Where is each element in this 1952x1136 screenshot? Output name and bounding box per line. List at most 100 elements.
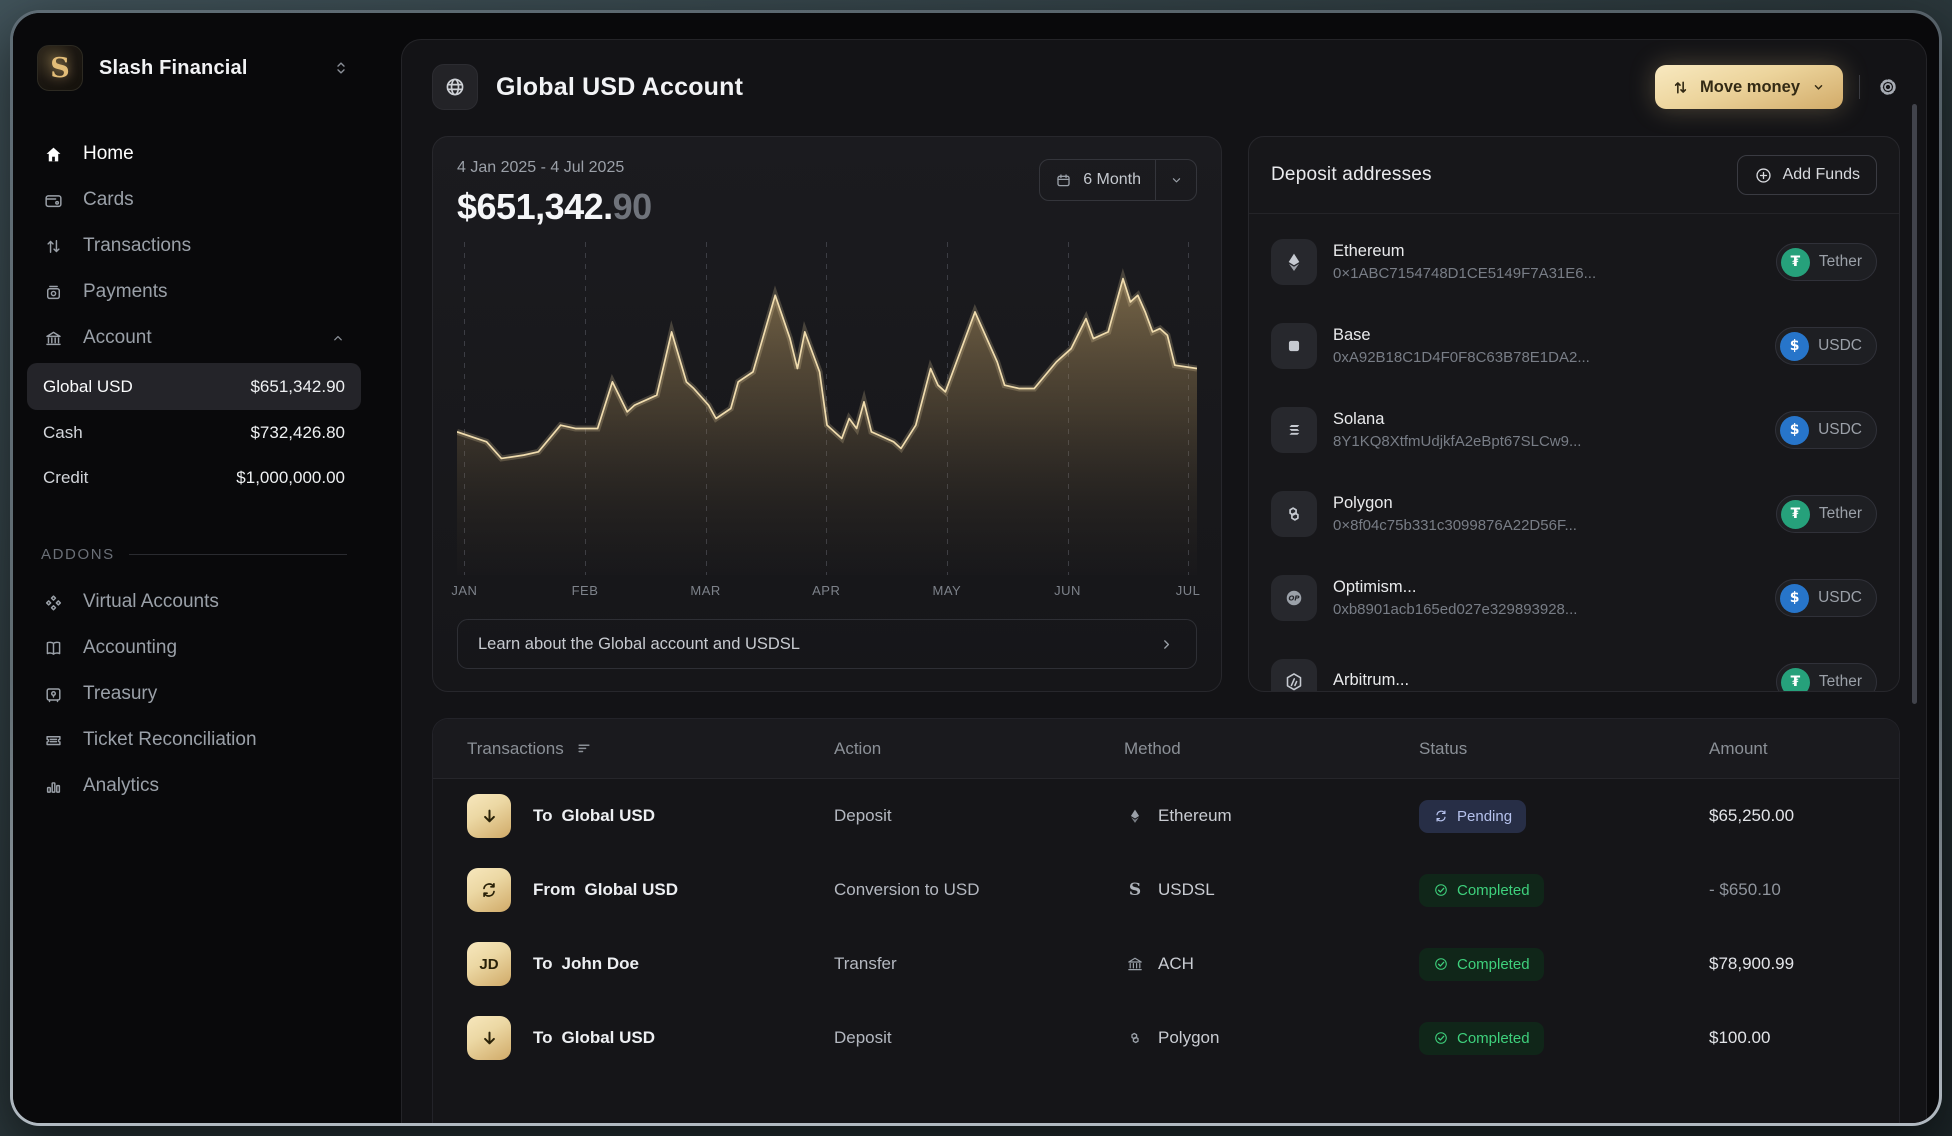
month-label: JAN — [451, 583, 477, 598]
app-surface: S Slash Financial Home Cards Transaction… — [13, 13, 1939, 1123]
account-list: Global USD $651,342.90 Cash $732,426.80 … — [27, 363, 361, 500]
token-label: Tether — [1819, 673, 1862, 691]
transactions-table: Transactions Action Method Status Amount… — [432, 718, 1900, 1123]
sidebar-item-account[interactable]: Account — [27, 315, 361, 361]
token-label: Tether — [1819, 505, 1862, 523]
sidebar-item-ticket-reconciliation[interactable]: Ticket Reconciliation — [27, 717, 361, 763]
balance-block: 4 Jan 2025 - 4 Jul 2025 $651,342.90 — [457, 159, 652, 228]
workspace-selector-icon[interactable] — [331, 58, 351, 78]
deposit-row-text: Base 0xA92B18C1D4F0F8C63B78E1DA2... — [1333, 326, 1590, 366]
deposit-row-base[interactable]: Base 0xA92B18C1D4F0F8C63B78E1DA2... $ US… — [1271, 304, 1877, 388]
column-header-amount: Amount — [1709, 739, 1875, 759]
tx-action: Deposit — [834, 1028, 1124, 1048]
sidebar-item-virtual-accounts[interactable]: Virtual Accounts — [27, 579, 361, 625]
month-label: FEB — [572, 583, 599, 598]
home-icon — [41, 144, 65, 165]
token-badge[interactable]: ₮ Tether — [1776, 243, 1877, 281]
scrollbar[interactable] — [1912, 104, 1917, 704]
add-funds-button[interactable]: Add Funds — [1737, 155, 1877, 195]
month-label: JUL — [1176, 583, 1201, 598]
status-badge-completed: Completed — [1419, 874, 1544, 907]
column-header-status: Status — [1419, 739, 1709, 759]
deposit-row-polygon[interactable]: Polygon 0×8f04c75b331c3099876A22D56F... … — [1271, 472, 1877, 556]
status-label: Pending — [1457, 808, 1512, 825]
main-area: Global USD Account Move money — [375, 13, 1939, 1123]
divider — [129, 554, 347, 555]
chevron-down-icon[interactable] — [1156, 172, 1196, 189]
app-window: S Slash Financial Home Cards Transaction… — [10, 10, 1942, 1126]
sidebar-item-label: Transactions — [83, 235, 191, 257]
column-header-method: Method — [1124, 739, 1419, 759]
transaction-row[interactable]: ToGlobal USD Deposit Ethereum Pending $6… — [433, 779, 1899, 853]
brand-logo-letter: S — [50, 53, 70, 84]
sidebar-item-accounting[interactable]: Accounting — [27, 625, 361, 671]
transaction-row[interactable]: ToGlobal USD Deposit Polygon Completed $… — [433, 1001, 1899, 1075]
balance-chart — [457, 242, 1197, 575]
deposit-row-optimism[interactable]: OP Optimism... 0xb8901acb165ed027e329893… — [1271, 556, 1877, 640]
transaction-row[interactable]: FromGlobal USD Conversion to USD S USDSL… — [433, 853, 1899, 927]
sidebar-item-label: Analytics — [83, 775, 159, 797]
deposit-row-arbitrum[interactable]: Arbitrum... ₮ Tether — [1271, 640, 1877, 691]
workspace-switcher[interactable]: S Slash Financial — [13, 45, 375, 91]
tx-counterparty: Global USD — [585, 880, 679, 900]
token-badge[interactable]: ₮ Tether — [1776, 663, 1877, 691]
ticket-icon — [41, 730, 65, 751]
wallet-icon — [41, 190, 65, 211]
account-label: Cash — [43, 423, 83, 443]
token-badge[interactable]: $ USDC — [1775, 411, 1877, 449]
calendar-icon — [1054, 171, 1073, 190]
wallet-address: 0xb8901acb165ed027e329893928... — [1333, 601, 1577, 618]
token-badge[interactable]: $ USDC — [1775, 327, 1877, 365]
sort-filter-icon[interactable] — [576, 740, 594, 758]
settings-gear-icon[interactable] — [1876, 75, 1900, 99]
network-name: Optimism... — [1333, 578, 1577, 597]
addons-header: ADDONS — [41, 546, 347, 563]
move-money-button[interactable]: Move money — [1655, 65, 1843, 109]
tx-counterparty: John Doe — [562, 954, 639, 974]
sidebar-item-transactions[interactable]: Transactions — [27, 223, 361, 269]
diamonds-icon — [41, 592, 65, 613]
tx-action: Deposit — [834, 806, 1124, 826]
token-badge[interactable]: $ USDC — [1775, 579, 1877, 617]
arbitrum-icon — [1271, 659, 1317, 691]
status-label: Completed — [1457, 956, 1530, 973]
token-badge[interactable]: ₮ Tether — [1776, 495, 1877, 533]
sidebar-item-home[interactable]: Home — [27, 131, 361, 177]
tx-action: Conversion to USD — [834, 880, 1124, 900]
addons-list: Virtual Accounts Accounting Treasury Tic… — [13, 579, 375, 809]
sidebar-item-analytics[interactable]: Analytics — [27, 763, 361, 809]
sidebar-item-treasury[interactable]: Treasury — [27, 671, 361, 717]
sidebar-item-cards[interactable]: Cards — [27, 177, 361, 223]
token-label: USDC — [1818, 589, 1862, 607]
deposit-row-solana[interactable]: Solana 8Y1KQ8XtfmUdjkfA2eBpt67SLCw9... $… — [1271, 388, 1877, 472]
tx-amount: $78,900.99 — [1709, 954, 1875, 974]
move-money-label: Move money — [1700, 78, 1800, 97]
svg-text:OP: OP — [1288, 594, 1300, 603]
deposit-row-text: Polygon 0×8f04c75b331c3099876A22D56F... — [1333, 494, 1577, 534]
addons-label: ADDONS — [41, 546, 115, 563]
wallet-address: 0×8f04c75b331c3099876A22D56F... — [1333, 517, 1577, 534]
check-circle-icon — [1433, 1030, 1449, 1046]
sidebar-item-payments[interactable]: Payments — [27, 269, 361, 315]
sidebar-item-label: Cards — [83, 189, 134, 211]
deposit-row-ethereum[interactable]: Ethereum 0×1ABC7154748D1CE5149F7A31E6...… — [1271, 220, 1877, 304]
column-header-transactions: Transactions — [467, 739, 564, 759]
sidebar-item-label: Payments — [83, 281, 167, 303]
transaction-row[interactable]: JD ToJohn Doe Transfer ACH Completed $78… — [433, 927, 1899, 1001]
month-label: APR — [812, 583, 840, 598]
account-row-global-usd[interactable]: Global USD $651,342.90 — [27, 363, 361, 410]
tx-prefix: To — [533, 806, 553, 826]
tx-amount: - $650.10 — [1709, 880, 1875, 900]
network-name: Base — [1333, 326, 1590, 345]
account-row-cash[interactable]: Cash $732,426.80 — [27, 410, 361, 455]
sidebar-nav: Home Cards Transactions Payments Account — [13, 131, 375, 361]
month-label: MAR — [690, 583, 720, 598]
period-selector[interactable]: 6 Month — [1039, 159, 1197, 201]
token-label: Tether — [1819, 253, 1862, 271]
deposit-address-list: Ethereum 0×1ABC7154748D1CE5149F7A31E6...… — [1249, 214, 1899, 691]
balance-cents: 90 — [613, 186, 652, 227]
account-row-credit[interactable]: Credit $1,000,000.00 — [27, 455, 361, 500]
period-selector-value: 6 Month — [1040, 171, 1155, 190]
learn-banner[interactable]: Learn about the Global account and USDSL — [457, 619, 1197, 669]
bar-chart-icon — [41, 776, 65, 797]
